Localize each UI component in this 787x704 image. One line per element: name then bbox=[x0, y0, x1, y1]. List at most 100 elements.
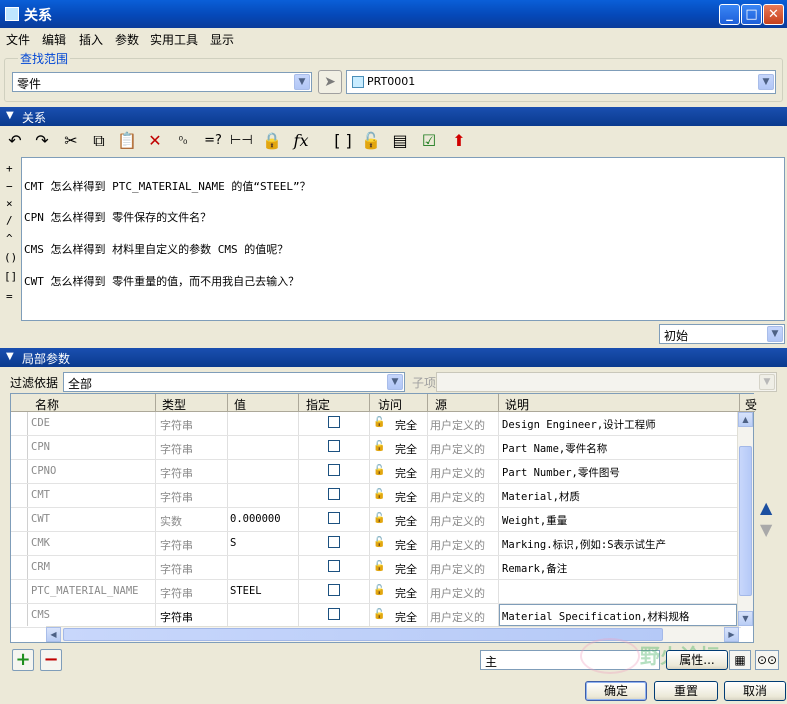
menu-parameters[interactable]: 参数 bbox=[115, 31, 139, 48]
param-access: 完全 bbox=[395, 491, 417, 504]
param-access: 完全 bbox=[395, 467, 417, 480]
description-edit-box[interactable] bbox=[499, 604, 737, 626]
col-source[interactable]: 源 bbox=[435, 396, 447, 413]
evaluate-icon[interactable]: =? bbox=[202, 130, 224, 152]
designate-checkbox[interactable] bbox=[328, 512, 340, 524]
table-columns-button[interactable]: ▦ bbox=[729, 650, 751, 670]
table-row[interactable]: CRM 字符串 完全 用户定义的 Remark,备注 🔓 bbox=[11, 556, 741, 580]
table-horizontal-scrollbar[interactable]: ◀ ▶ bbox=[46, 626, 739, 642]
param-value: 0.000000 bbox=[230, 513, 281, 525]
subitem-select[interactable]: ▼ bbox=[436, 372, 777, 392]
param-type: 字符串 bbox=[160, 539, 193, 552]
designate-checkbox[interactable] bbox=[328, 584, 340, 596]
table-vertical-scrollbar[interactable]: ▲ ▼ bbox=[737, 412, 753, 626]
table-row[interactable]: CMK 字符串 S 完全 用户定义的 Marking.标识,例如:S表示试生产 🔓 bbox=[11, 532, 741, 556]
copy-icon[interactable]: ⧉ bbox=[88, 130, 110, 152]
params-section-label: 局部参数 bbox=[22, 352, 71, 366]
verify-icon[interactable]: ☑ bbox=[418, 130, 440, 152]
model-select[interactable]: PRT0001 ▼ bbox=[346, 70, 776, 94]
table-row[interactable]: CPNO 字符串 完全 用户定义的 Part Number,零件图号 🔓 bbox=[11, 460, 741, 484]
delete-icon[interactable]: ✕ bbox=[144, 130, 166, 152]
execute-icon[interactable]: ⬆ bbox=[448, 130, 470, 152]
op-power[interactable]: ^ bbox=[6, 232, 13, 245]
scroll-down-icon[interactable]: ▼ bbox=[738, 611, 753, 626]
binoculars-button[interactable]: ⊙⊙ bbox=[755, 650, 779, 670]
param-type: 字符串 bbox=[160, 443, 193, 456]
function-icon[interactable]: fx bbox=[290, 130, 312, 152]
ok-button[interactable]: 确定 bbox=[585, 681, 647, 701]
table-row[interactable]: CDE 字符串 完全 用户定义的 Design Engineer,设计工程师 🔓 bbox=[11, 412, 741, 436]
scroll-up-icon[interactable]: ▲ bbox=[738, 412, 753, 427]
access-lock-icon: 🔓 bbox=[373, 609, 386, 620]
table-row[interactable]: CWT 实数 0.000000 完全 用户定义的 Weight,重量 🔓 bbox=[11, 508, 741, 532]
scroll-left-icon[interactable]: ◀ bbox=[46, 627, 61, 642]
col-access[interactable]: 访问 bbox=[378, 396, 402, 413]
properties-button[interactable]: 属性... bbox=[666, 650, 728, 670]
cancel-button[interactable]: 取消 bbox=[724, 681, 786, 701]
col-restricted[interactable]: 受 bbox=[745, 396, 757, 413]
designate-checkbox[interactable] bbox=[328, 440, 340, 452]
menu-utilities[interactable]: 实用工具 bbox=[150, 31, 198, 48]
designate-checkbox[interactable] bbox=[328, 608, 340, 620]
undo-icon[interactable]: ↶ bbox=[4, 130, 26, 152]
col-description[interactable]: 说明 bbox=[505, 396, 529, 413]
relations-editor[interactable]: CMT 怎么样得到 PTC_MATERIAL_NAME 的值“STEEL”？ C… bbox=[21, 157, 785, 321]
redo-icon[interactable]: ↷ bbox=[31, 130, 53, 152]
table-row[interactable]: CMT 字符串 完全 用户定义的 Material,材质 🔓 bbox=[11, 484, 741, 508]
designate-checkbox[interactable] bbox=[328, 560, 340, 572]
select-model-button[interactable]: ➤ bbox=[318, 70, 342, 94]
access-lock-icon: 🔓 bbox=[373, 489, 386, 500]
op-brackets[interactable]: [] bbox=[4, 270, 17, 283]
designate-checkbox[interactable] bbox=[328, 464, 340, 476]
units-lock-icon[interactable]: 🔓 bbox=[360, 130, 382, 152]
op-divide[interactable]: / bbox=[6, 214, 13, 227]
add-parameter-button[interactable]: + bbox=[12, 649, 34, 671]
param-name: CPNO bbox=[31, 465, 57, 477]
move-up-icon[interactable]: ▲ bbox=[760, 498, 772, 517]
menu-insert[interactable]: 插入 bbox=[79, 31, 103, 48]
op-equals[interactable]: = bbox=[6, 290, 13, 303]
horizontal-scroll-thumb[interactable] bbox=[63, 628, 663, 641]
relation-state-select[interactable]: 初始 ▼ bbox=[659, 324, 785, 344]
menu-edit[interactable]: 编辑 bbox=[42, 31, 66, 48]
op-plus[interactable]: + bbox=[6, 162, 13, 175]
params-section-header[interactable]: ▼ 局部参数 bbox=[0, 348, 787, 367]
part-icon bbox=[352, 76, 364, 88]
op-minus[interactable]: − bbox=[6, 180, 13, 193]
col-name[interactable]: 名称 bbox=[35, 396, 59, 413]
insert-dimension-icon[interactable]: ⊢⊣ bbox=[230, 130, 253, 152]
table-row[interactable]: PTC_MATERIAL_NAME 字符串 STEEL 完全 用户定义的 🔓 bbox=[11, 580, 741, 604]
col-designate[interactable]: 指定 bbox=[306, 396, 330, 413]
scope-type-select[interactable]: 零件 ▼ bbox=[12, 72, 312, 92]
table-row[interactable]: CMS 字符串 完全 用户定义的 Material Specification,材料规格… bbox=[11, 604, 741, 628]
main-select[interactable]: 主 bbox=[480, 650, 660, 670]
cut-icon[interactable]: ✂ bbox=[60, 130, 82, 152]
lock-parameter-icon[interactable]: 🔒 bbox=[261, 130, 283, 152]
sort-relations-icon[interactable]: ▤ bbox=[389, 130, 411, 152]
col-value[interactable]: 值 bbox=[234, 396, 246, 413]
move-down-icon[interactable]: ▼ bbox=[760, 520, 772, 539]
designate-checkbox[interactable] bbox=[328, 488, 340, 500]
scroll-right-icon[interactable]: ▶ bbox=[724, 627, 739, 642]
brackets-icon[interactable]: [ ] bbox=[332, 130, 354, 152]
reset-button[interactable]: 重置 bbox=[654, 681, 718, 701]
minimize-button[interactable]: _ bbox=[719, 4, 740, 25]
table-row[interactable]: CPN 字符串 完全 用户定义的 Part Name,零件名称 🔓 bbox=[11, 436, 741, 460]
relations-section-header[interactable]: ▼ 关系 bbox=[0, 107, 787, 126]
menu-display[interactable]: 显示 bbox=[210, 31, 234, 48]
filter-select[interactable]: 全部 ▼ bbox=[63, 372, 405, 392]
op-parens[interactable]: () bbox=[4, 251, 17, 264]
paste-icon[interactable]: 📋 bbox=[116, 130, 138, 152]
filter-label: 过滤依据 bbox=[10, 376, 59, 390]
switch-dimensions-icon[interactable]: ⁰₀ bbox=[172, 130, 194, 152]
remove-parameter-button[interactable]: − bbox=[40, 649, 62, 671]
close-button[interactable]: ✕ bbox=[763, 4, 784, 25]
col-type[interactable]: 类型 bbox=[162, 396, 186, 413]
menu-file[interactable]: 文件 bbox=[6, 31, 30, 48]
plus-icon: + bbox=[15, 649, 31, 670]
op-multiply[interactable]: × bbox=[6, 197, 13, 210]
maximize-button[interactable]: □ bbox=[741, 4, 762, 25]
designate-checkbox[interactable] bbox=[328, 536, 340, 548]
vertical-scroll-thumb[interactable] bbox=[739, 446, 752, 596]
designate-checkbox[interactable] bbox=[328, 416, 340, 428]
